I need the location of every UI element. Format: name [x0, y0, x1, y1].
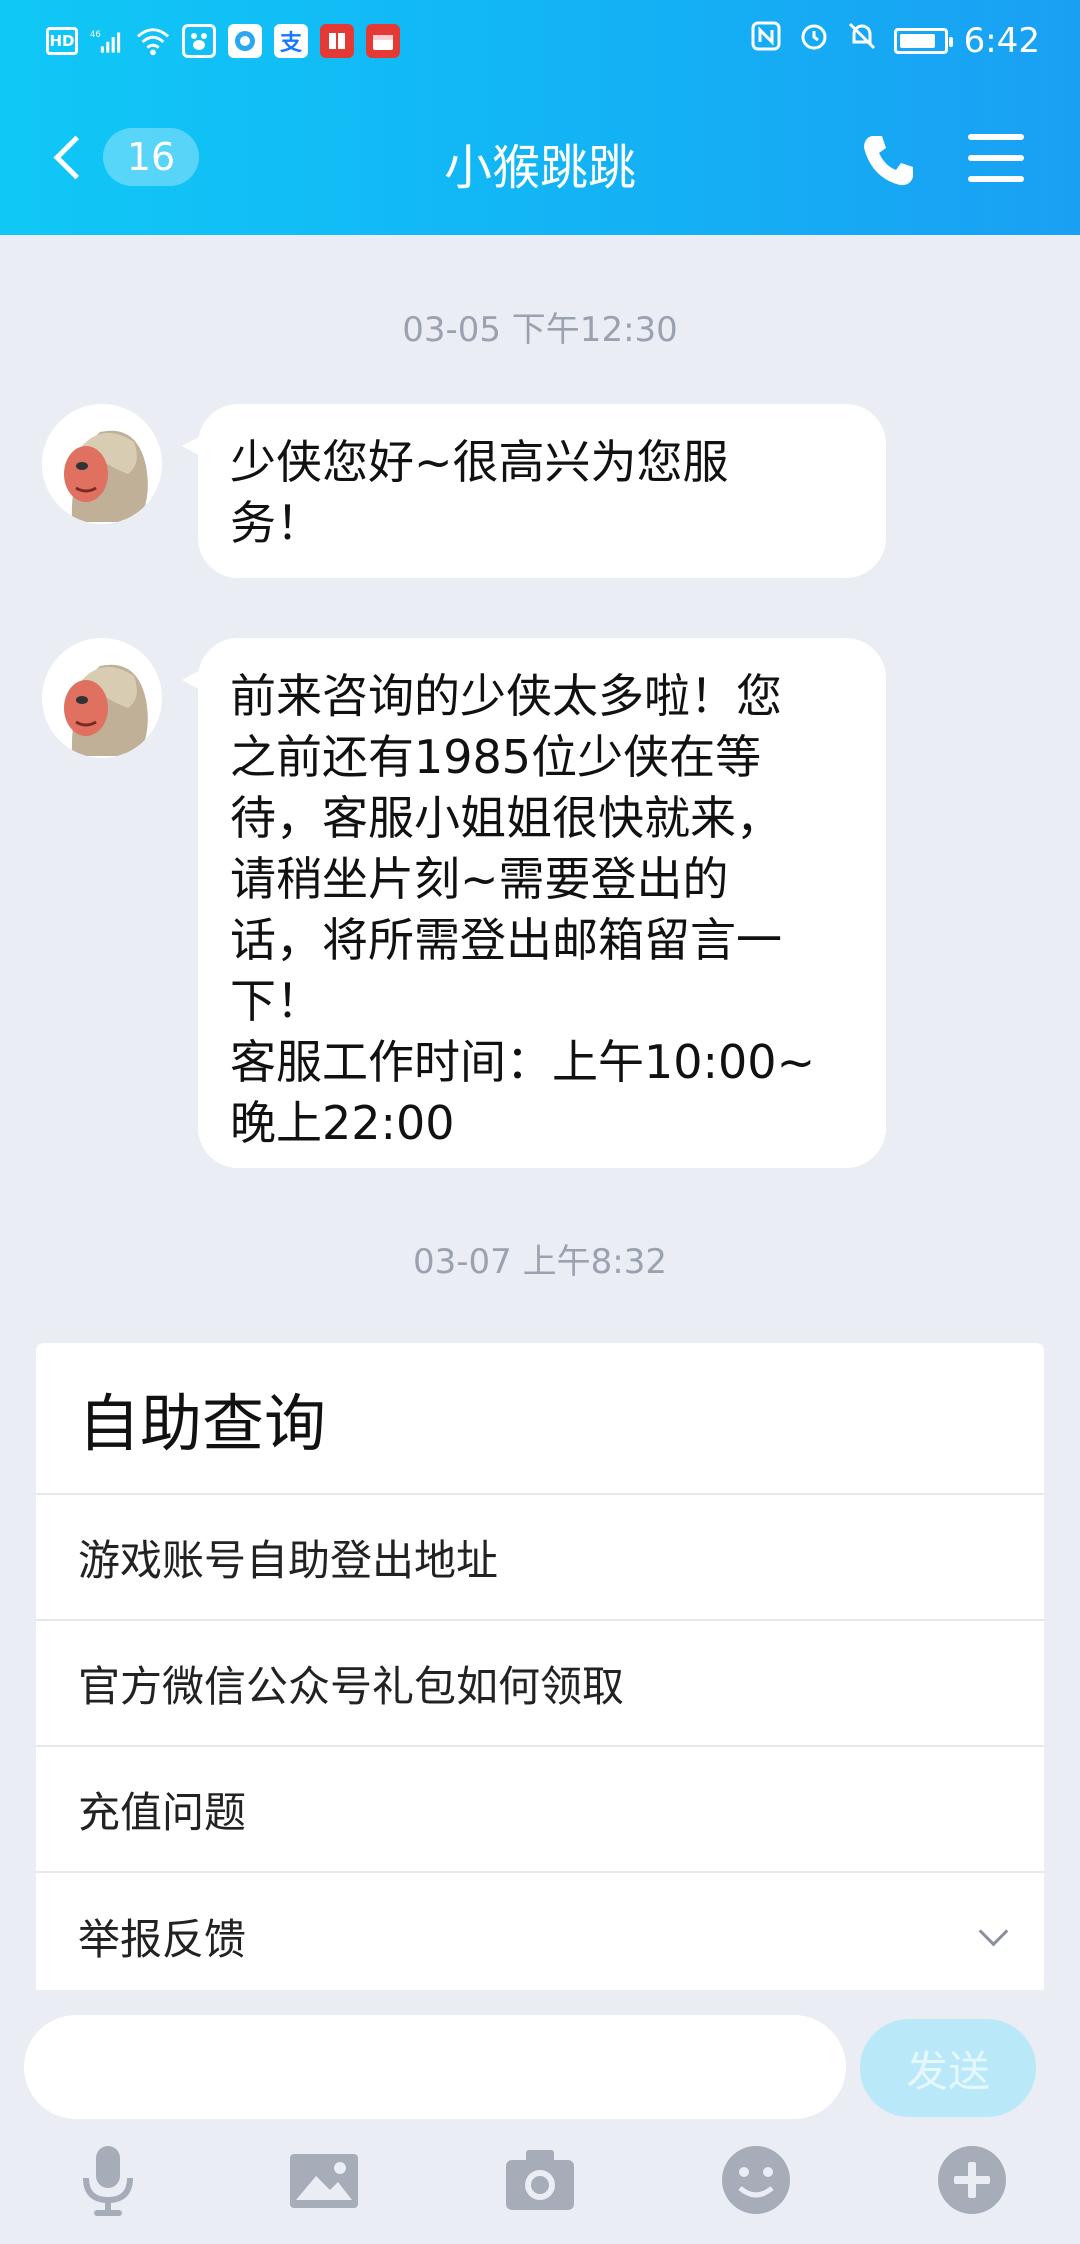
image-icon [290, 2154, 358, 2208]
send-button[interactable]: 发送 [860, 2019, 1036, 2117]
nfc-icon [750, 20, 782, 61]
menu-icon-bar [968, 155, 1024, 161]
avatar[interactable] [42, 638, 162, 758]
camera-button[interactable] [498, 2138, 582, 2222]
monkey-avatar-icon [42, 638, 162, 758]
plus-icon [938, 2146, 1006, 2214]
menu-button[interactable] [968, 134, 1024, 182]
menu-icon-bar [968, 134, 1024, 140]
clock-time: 6:42 [963, 20, 1040, 61]
reader-icon [320, 24, 354, 58]
phone-icon [864, 136, 913, 186]
emoji-button[interactable] [714, 2138, 798, 2222]
avatar[interactable] [42, 404, 162, 524]
camera-icon [506, 2150, 574, 2210]
wifi-icon [136, 24, 170, 58]
baidu-icon [182, 24, 216, 58]
self-service-card: 自助查询 游戏账号自助登出地址 官方微信公众号礼包如何领取 充值问题 举报反馈 [36, 1343, 1044, 1990]
monkey-avatar-icon [42, 404, 162, 524]
phone-call-button[interactable] [858, 130, 918, 190]
message-timestamp: 03-05 下午12:30 [402, 310, 678, 350]
alipay-icon: 支 [274, 24, 308, 58]
chat-bubble: 少侠您好~很高兴为您服 务！ [182, 404, 886, 578]
unread-count-badge: 16 [103, 128, 199, 186]
message-input[interactable] [24, 2015, 846, 2119]
alarm-icon [798, 20, 830, 61]
self-service-item-label: 充值问题 [78, 1787, 247, 1837]
image-button[interactable] [282, 2138, 366, 2222]
self-service-item[interactable]: 游戏账号自助登出地址 [36, 1495, 1044, 1621]
header: HD 46 支 6:42 16 小猴跳跳 [0, 0, 1080, 235]
self-service-title: 自助查询 [36, 1343, 1044, 1495]
microphone-icon [83, 2146, 133, 2216]
hd-badge: HD [46, 27, 78, 55]
chat-bubble: 前来咨询的少侠太多啦！您 之前还有1985位少侠在等 待，客服小姐姐很快就来， … [182, 638, 886, 1168]
qq-browser-icon [228, 24, 262, 58]
chevron-down-icon [978, 1916, 1009, 1947]
status-bar-right: 6:42 [750, 20, 1040, 61]
battery-icon [893, 27, 953, 54]
menu-icon-bar [968, 176, 1024, 182]
mute-bell-icon [846, 20, 878, 61]
plus-button[interactable] [930, 2138, 1014, 2222]
back-button[interactable]: 16 [46, 128, 199, 186]
self-service-item-label: 游戏账号自助登出地址 [78, 1535, 499, 1585]
self-service-item-label: 举报反馈 [78, 1914, 247, 1964]
emoji-icon [722, 2146, 790, 2214]
self-service-item[interactable]: 举报反馈 [36, 1873, 1044, 1990]
back-arrow-icon [53, 135, 98, 179]
self-service-item[interactable]: 充值问题 [36, 1747, 1044, 1873]
message-timestamp: 03-07 上午8:32 [413, 1242, 667, 1282]
signal-label: 46 [90, 30, 101, 40]
microphone-button[interactable] [66, 2138, 150, 2222]
status-bar-left: HD 46 支 [46, 24, 400, 58]
signal-icon: 46 [90, 24, 124, 58]
self-service-item[interactable]: 官方微信公众号礼包如何领取 [36, 1621, 1044, 1747]
input-bar: 发送 [0, 1990, 1080, 2244]
self-service-item-label: 官方微信公众号礼包如何领取 [78, 1661, 625, 1711]
calendar-app-icon [366, 24, 400, 58]
